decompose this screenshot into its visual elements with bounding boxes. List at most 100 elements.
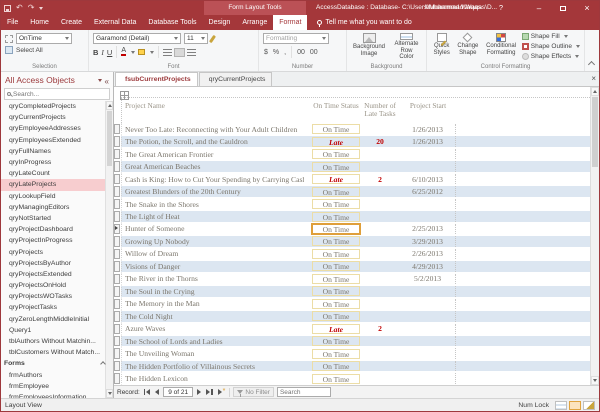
chevron-down-icon[interactable] (131, 50, 136, 54)
nav-object-item[interactable]: qryZeroLengthMiddleInitial (1, 314, 113, 325)
close-document-icon[interactable] (591, 75, 596, 83)
record-selector[interactable] (114, 273, 120, 285)
italic-button[interactable]: I (101, 48, 104, 57)
save-icon[interactable] (4, 4, 11, 12)
column-header-late-tasks[interactable]: Number of Late Tasks (360, 102, 400, 117)
nav-object-item[interactable]: Forms (1, 358, 113, 369)
project-start-cell[interactable] (400, 311, 456, 322)
next-record-button[interactable] (196, 389, 202, 395)
record-selector[interactable] (114, 261, 120, 272)
customize-qat-icon[interactable] (39, 6, 44, 10)
nav-object-item[interactable]: qryProjectsExtended (1, 269, 113, 280)
on-time-status-cell[interactable]: On Time (312, 211, 360, 222)
project-start-cell[interactable] (400, 298, 456, 310)
scroll-up-icon[interactable] (106, 101, 113, 110)
project-name-cell[interactable]: Azure Waves (122, 324, 304, 333)
undo-icon[interactable] (16, 3, 23, 13)
document-tab[interactable]: qryCurrentProjects (198, 72, 273, 86)
ribbon-tab[interactable]: Home (24, 15, 55, 30)
fill-color-icon[interactable] (138, 49, 146, 55)
project-name-cell[interactable]: The Memory in the Man (122, 299, 304, 308)
font-color-button[interactable]: A (121, 47, 127, 56)
on-time-status-cell[interactable]: On Time (312, 373, 360, 384)
font-name-combo[interactable]: Garamond (Detail) (93, 33, 181, 44)
nav-object-item[interactable]: tblCustomers Without Match... (1, 347, 113, 358)
bold-button[interactable]: B (93, 48, 98, 57)
shutter-bar-close-icon[interactable] (105, 72, 109, 89)
on-time-status-cell[interactable]: Late (312, 174, 360, 185)
record-selector[interactable] (114, 186, 120, 197)
tell-me-box[interactable]: Tell me what you want to do (317, 15, 412, 30)
on-time-status-cell[interactable]: On Time (312, 124, 360, 135)
background-image-button[interactable]: Background Image (351, 33, 387, 61)
nav-object-item[interactable]: qryLookupField (1, 191, 113, 202)
ribbon-tab[interactable]: External Data (88, 15, 142, 30)
late-tasks-cell[interactable]: 2 (360, 324, 400, 333)
conditional-formatting-button[interactable]: Conditional Formatting (483, 33, 518, 61)
record-selector[interactable] (114, 248, 120, 260)
record-search-box[interactable] (276, 387, 331, 397)
project-name-cell[interactable]: The Cold Night (122, 312, 304, 321)
on-time-status-cell[interactable]: On Time (312, 186, 360, 197)
scroll-down-icon[interactable] (591, 376, 599, 385)
project-start-cell[interactable]: 5/2/2013 (400, 273, 456, 285)
percent-button[interactable]: % (272, 49, 280, 56)
scroll-down-icon[interactable] (106, 389, 113, 398)
record-position[interactable]: 9 of 21 (163, 387, 194, 397)
project-start-cell[interactable] (400, 335, 456, 347)
alternate-row-color-button[interactable]: Alternate Row Color (391, 33, 422, 61)
design-view-icon[interactable] (583, 400, 595, 410)
record-selector[interactable] (114, 286, 120, 297)
nav-object-item[interactable]: frmEmployeesInformation (1, 392, 113, 398)
project-start-cell[interactable] (400, 360, 456, 372)
column-header-on-time-status[interactable]: On Time Status (312, 102, 360, 110)
document-tab[interactable]: fsubCurrentProjects (115, 72, 198, 86)
nav-pane-title[interactable]: All Access Objects (5, 75, 95, 85)
record-selector[interactable] (114, 335, 120, 347)
ribbon-tab[interactable]: File (1, 15, 24, 30)
align-left-icon[interactable] (163, 48, 173, 56)
column-header-project-start[interactable]: Project Start (400, 102, 456, 110)
project-name-cell[interactable]: The Soul in the Crying (122, 287, 304, 296)
no-filter-button[interactable]: No Filter (233, 387, 274, 397)
nav-object-item[interactable]: qryProjectDashboard (1, 224, 113, 235)
ribbon-tab[interactable]: Design (203, 15, 237, 30)
quick-styles-button[interactable]: Quick Styles (431, 33, 452, 61)
project-start-cell[interactable] (400, 373, 456, 384)
shape-fill-button[interactable]: Shape Fill (521, 33, 580, 41)
maximize-button[interactable] (551, 1, 575, 15)
late-tasks-cell[interactable]: 20 (360, 137, 400, 146)
project-start-cell[interactable]: 2/25/2013 (400, 223, 456, 235)
project-start-cell[interactable] (400, 286, 456, 297)
project-name-cell[interactable]: The School of Lords and Ladies (122, 337, 304, 346)
record-selector[interactable] (114, 148, 120, 160)
nav-search-box[interactable] (4, 88, 110, 100)
on-time-status-cell[interactable]: On Time (312, 348, 360, 359)
on-time-status-cell[interactable]: On Time (312, 361, 360, 372)
record-search-input[interactable] (277, 388, 330, 396)
nav-object-item[interactable]: qryProjectTasks (1, 302, 113, 313)
project-name-cell[interactable]: The Great American Frontier (122, 150, 304, 159)
on-time-status-cell[interactable]: Late (312, 136, 360, 147)
project-start-cell[interactable]: 6/10/2013 (400, 173, 456, 185)
record-selector[interactable] (114, 124, 120, 135)
record-selector[interactable] (114, 173, 120, 185)
decrease-decimals-icon[interactable]: 00 (309, 49, 319, 56)
nav-search-input[interactable] (13, 90, 107, 98)
on-time-status-cell[interactable]: Late (312, 323, 360, 334)
nav-object-item[interactable]: qryCurrentProjects (1, 112, 113, 123)
project-start-cell[interactable] (400, 211, 456, 222)
project-name-cell[interactable]: Greatest Blunders of the 20th Century (122, 187, 304, 196)
project-start-cell[interactable]: 2/26/2013 (400, 248, 456, 260)
nav-object-item[interactable]: qryProjectInProgress (1, 235, 113, 246)
first-record-button[interactable] (143, 389, 152, 395)
project-name-cell[interactable]: Cash is King: How to Cut Your Spending b… (122, 175, 304, 184)
ribbon-tab[interactable]: Create (55, 15, 88, 30)
ribbon-tab[interactable]: Arrange (236, 15, 273, 30)
on-time-status-cell[interactable]: On Time (312, 311, 360, 322)
record-selector[interactable] (114, 211, 120, 222)
nav-object-item[interactable]: qryProjects (1, 246, 113, 257)
font-size-combo[interactable]: 11 (184, 33, 208, 44)
ribbon-tab[interactable]: Format (273, 15, 308, 30)
project-start-cell[interactable] (400, 161, 456, 172)
